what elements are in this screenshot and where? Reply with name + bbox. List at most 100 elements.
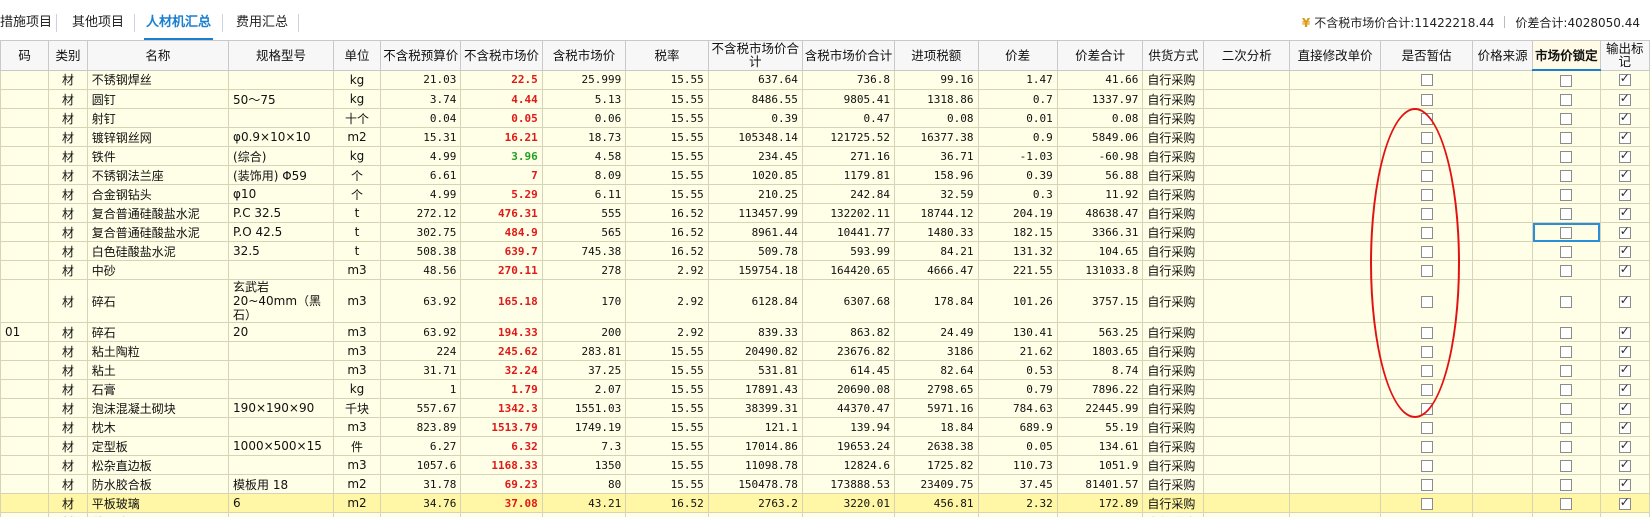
cell-input-tax[interactable]: 1725.82 — [894, 455, 979, 475]
cell-direct-edit-price[interactable] — [1289, 89, 1382, 109]
cell-secondary-analysis[interactable] — [1203, 322, 1291, 342]
cell-rate[interactable]: 16.52 — [625, 493, 709, 513]
cell-type[interactable]: 材 — [48, 222, 88, 242]
cell-code[interactable] — [0, 493, 50, 513]
price-lock-checkbox[interactable] — [1560, 226, 1573, 239]
output-flag-checkbox[interactable] — [1618, 110, 1631, 125]
cell-rate[interactable]: 15.55 — [625, 398, 709, 418]
cell-budget[interactable]: 4.99 — [380, 184, 462, 204]
cell-spec[interactable]: 1000×500×15 — [228, 436, 334, 456]
cell-market[interactable]: 69.23 — [460, 474, 543, 494]
cell-supply[interactable]: 自行采购 — [1142, 165, 1205, 185]
cell-tax-total[interactable]: 3220.01 — [801, 493, 896, 513]
cell-supply[interactable]: 自行采购 — [1142, 69, 1205, 90]
cell-input-tax[interactable]: 2638.38 — [894, 436, 979, 456]
cell-diff-total[interactable]: 11.92 — [1056, 184, 1144, 204]
cell-supply[interactable]: 自行采购 — [1142, 222, 1205, 242]
cell-secondary-analysis[interactable] — [1203, 184, 1291, 204]
cell-rate[interactable]: 15.55 — [625, 455, 709, 475]
cell-code[interactable] — [0, 417, 50, 437]
cell-budget[interactable]: 508.38 — [380, 241, 462, 261]
cell-diff-total[interactable]: 1051.9 — [1056, 455, 1144, 475]
output-flag-checkbox[interactable] — [1618, 224, 1631, 239]
cell-supply[interactable]: 自行采购 — [1142, 260, 1205, 280]
is-estimate-checkbox[interactable] — [1420, 93, 1433, 106]
table-row[interactable]: 材定型板 1000×500×15 件 6.27 6.32 7.3 15.55 17014.86… — [0, 436, 1650, 456]
table-row[interactable]: 材石膏 kg 1 1.79 2.07 15.55 17891.43 20690.08 2798.… — [0, 379, 1650, 399]
column-header[interactable]: 单位 — [332, 40, 382, 71]
cell-price-source[interactable] — [1472, 360, 1534, 380]
output-flag-checkbox[interactable] — [1618, 129, 1631, 144]
cell-market[interactable]: 1168.33 — [460, 455, 543, 475]
is-estimate-checkbox[interactable] — [1420, 345, 1433, 358]
cell-diff-total[interactable]: 3757.15 — [1056, 279, 1144, 323]
is-estimate-checkbox[interactable] — [1420, 364, 1433, 377]
cell-tax-market[interactable]: 1350 — [541, 455, 627, 475]
column-header[interactable]: 是否暂估 — [1380, 40, 1474, 71]
price-lock-checkbox[interactable] — [1560, 245, 1573, 258]
cell-rate[interactable]: 15.55 — [625, 360, 709, 380]
cell-tax-total[interactable]: 614.45 — [801, 360, 896, 380]
price-lock-checkbox[interactable] — [1560, 150, 1573, 163]
cell-spec[interactable]: P.C 32.5 — [228, 203, 334, 223]
table-row[interactable]: 材松杂直边板 m3 1057.6 1168.33 1350 15.55 11098.78 12… — [0, 455, 1650, 475]
cell-name[interactable]: 碎石 — [86, 279, 230, 323]
price-lock-checkbox[interactable] — [1560, 383, 1573, 396]
cell-tax-market[interactable]: 80 — [541, 474, 627, 494]
cell-rate[interactable]: 15.55 — [625, 127, 709, 147]
cell-direct-edit-price[interactable] — [1289, 127, 1382, 147]
cell-secondary-analysis[interactable] — [1203, 417, 1291, 437]
cell-supply[interactable]: 自行采购 — [1142, 417, 1205, 437]
cell-input-tax[interactable]: 4666.47 — [894, 260, 979, 280]
cell-tax-market[interactable]: 34.95 — [541, 512, 627, 517]
cell-rate[interactable]: 15.55 — [625, 341, 709, 361]
cell-diff[interactable]: 2.32 — [977, 493, 1058, 513]
cell-spec[interactable]: 玄武岩 20~40mm（黑石） — [228, 279, 334, 323]
cell-name[interactable]: 泡沫混凝土砌块 — [86, 398, 230, 418]
cell-budget[interactable]: 34.76 — [380, 493, 462, 513]
cell-rate[interactable]: 16.52 — [625, 241, 709, 261]
cell-unit[interactable]: 个 — [332, 165, 382, 185]
cell-direct-edit-price[interactable] — [1289, 69, 1382, 90]
cell-rate[interactable]: 15.55 — [625, 69, 709, 90]
cell-tax-total[interactable]: 23676.82 — [801, 341, 896, 361]
cell-secondary-analysis[interactable] — [1203, 493, 1291, 513]
cell-mkt-total[interactable]: 2763.2 — [707, 493, 803, 513]
cell-diff[interactable]: 0.53 — [977, 360, 1058, 380]
cell-name[interactable]: 铁件 — [86, 146, 230, 166]
cell-direct-edit-price[interactable] — [1289, 379, 1382, 399]
is-estimate-checkbox[interactable] — [1420, 402, 1433, 415]
cell-diff[interactable]: 11.85 — [977, 512, 1058, 517]
cell-unit[interactable]: m2 — [332, 493, 382, 513]
cell-budget[interactable]: 4.99 — [380, 146, 462, 166]
cell-market[interactable]: 1.79 — [460, 379, 543, 399]
cell-price-source[interactable] — [1472, 512, 1534, 517]
cell-market[interactable]: 4.44 — [460, 89, 543, 109]
cell-mkt-total[interactable]: 150478.78 — [707, 474, 803, 494]
cell-market[interactable]: 1342.3 — [460, 398, 543, 418]
cell-code[interactable] — [0, 398, 50, 418]
is-estimate-checkbox[interactable] — [1420, 207, 1433, 220]
price-lock-checkbox[interactable] — [1560, 364, 1573, 377]
cell-tax-market[interactable]: 565 — [541, 222, 627, 242]
cell-direct-edit-price[interactable] — [1289, 279, 1382, 323]
cell-mkt-total[interactable]: 159754.18 — [707, 260, 803, 280]
cell-diff[interactable]: 131.32 — [977, 241, 1058, 261]
cell-diff[interactable]: 0.7 — [977, 89, 1058, 109]
column-header[interactable]: 不含税市场价 — [460, 40, 543, 71]
cell-diff[interactable]: 21.62 — [977, 341, 1058, 361]
cell-market[interactable]: 30.25 — [460, 512, 543, 517]
output-flag-checkbox[interactable] — [1618, 148, 1631, 163]
cell-secondary-analysis[interactable] — [1203, 379, 1291, 399]
cell-unit[interactable]: m3 — [332, 417, 382, 437]
cell-rate[interactable]: 15.55 — [625, 474, 709, 494]
cell-code[interactable] — [0, 89, 50, 109]
cell-supply[interactable]: 自行采购 — [1142, 398, 1205, 418]
cell-unit[interactable]: 十个 — [332, 108, 382, 128]
column-header[interactable]: 不含税市场价合计 — [707, 40, 803, 71]
cell-unit[interactable]: 个 — [332, 184, 382, 204]
cell-type[interactable]: 材 — [48, 89, 88, 109]
cell-direct-edit-price[interactable] — [1289, 184, 1382, 204]
output-flag-checkbox[interactable] — [1618, 293, 1631, 308]
cell-secondary-analysis[interactable] — [1203, 279, 1291, 323]
